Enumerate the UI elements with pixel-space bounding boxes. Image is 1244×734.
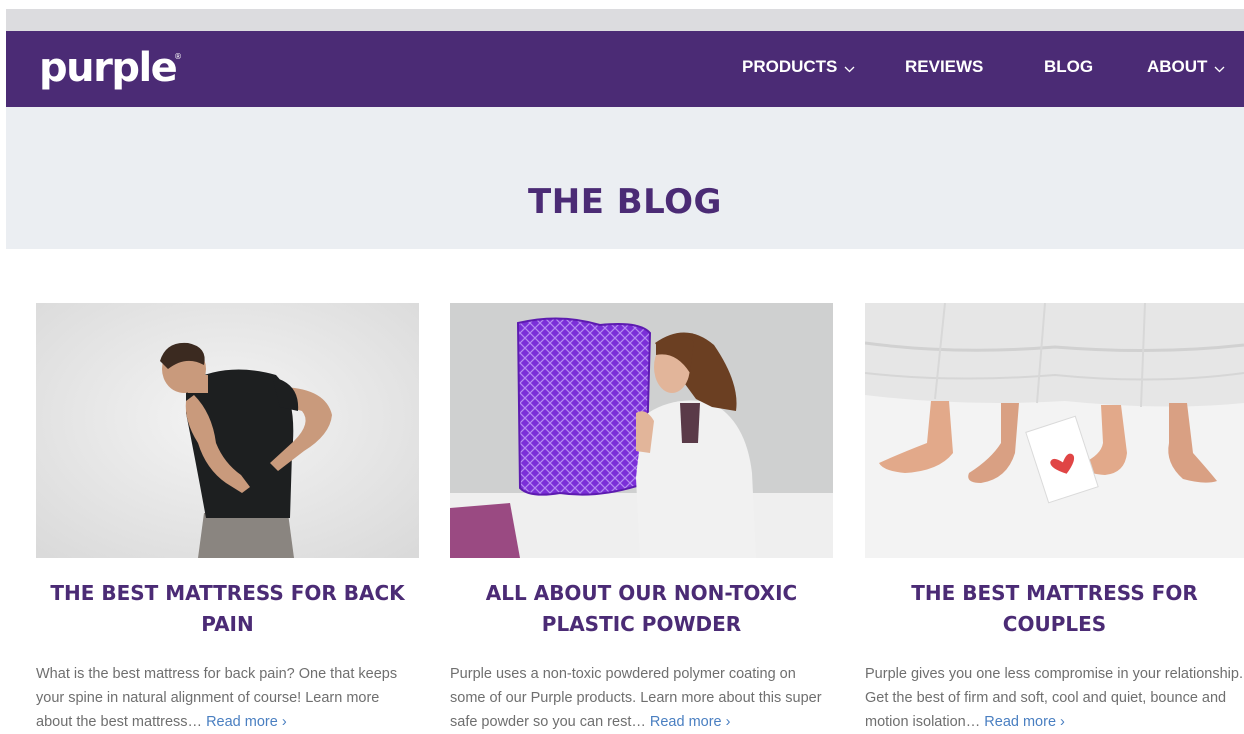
blog-post-card: THE BEST MATTRESS FOR BACK PAIN What is …: [36, 303, 419, 734]
post-excerpt: Purple uses a non-toxic powdered polymer…: [450, 662, 833, 734]
nav-products-label: PRODUCTS: [742, 57, 838, 76]
purple-logo[interactable]: purple: [39, 39, 178, 97]
nav-reviews[interactable]: REVIEWS: [905, 56, 983, 78]
registered-mark: ®: [174, 52, 182, 61]
nav-about-label: ABOUT: [1147, 57, 1208, 76]
read-more-link[interactable]: Read more ›: [650, 714, 731, 730]
nav-blog[interactable]: BLOG: [1044, 56, 1093, 78]
blog-hero-banner: THE BLOG: [6, 107, 1244, 249]
chevron-down-icon: [844, 57, 855, 79]
nav-products[interactable]: PRODUCTS: [742, 56, 855, 79]
nav-about[interactable]: ABOUT: [1147, 56, 1225, 79]
post-image-back-pain[interactable]: [36, 303, 419, 558]
blog-post-card: THE BEST MATTRESS FOR COUPLES Purple giv…: [865, 303, 1244, 734]
couples-photo: [865, 303, 1244, 558]
site-header: purple ® PRODUCTS REVIEWS BLOG ABOUT: [6, 31, 1244, 107]
post-title[interactable]: THE BEST MATTRESS FOR BACK PAIN: [36, 578, 419, 640]
page-title: THE BLOG: [528, 181, 722, 222]
powder-photo: [450, 303, 833, 558]
blog-post-card: ALL ABOUT OUR NON-TOXIC PLASTIC POWDER P…: [450, 303, 833, 734]
back-pain-photo: [36, 303, 419, 558]
nav-blog-label: BLOG: [1044, 57, 1094, 76]
post-image-couples[interactable]: [865, 303, 1244, 558]
post-title[interactable]: THE BEST MATTRESS FOR COUPLES: [865, 578, 1244, 640]
browser-top-bar: [6, 9, 1244, 31]
post-image-powder[interactable]: [450, 303, 833, 558]
post-title[interactable]: ALL ABOUT OUR NON-TOXIC PLASTIC POWDER: [450, 578, 833, 640]
nav-reviews-label: REVIEWS: [905, 57, 984, 76]
read-more-link[interactable]: Read more ›: [206, 714, 287, 730]
chevron-down-icon: [1214, 57, 1225, 79]
post-excerpt: What is the best mattress for back pain?…: [36, 662, 419, 734]
read-more-link[interactable]: Read more ›: [984, 714, 1065, 730]
post-excerpt: Purple gives you one less compromise in …: [865, 662, 1244, 734]
post-excerpt-text: Purple uses a non-toxic powdered polymer…: [450, 666, 822, 730]
